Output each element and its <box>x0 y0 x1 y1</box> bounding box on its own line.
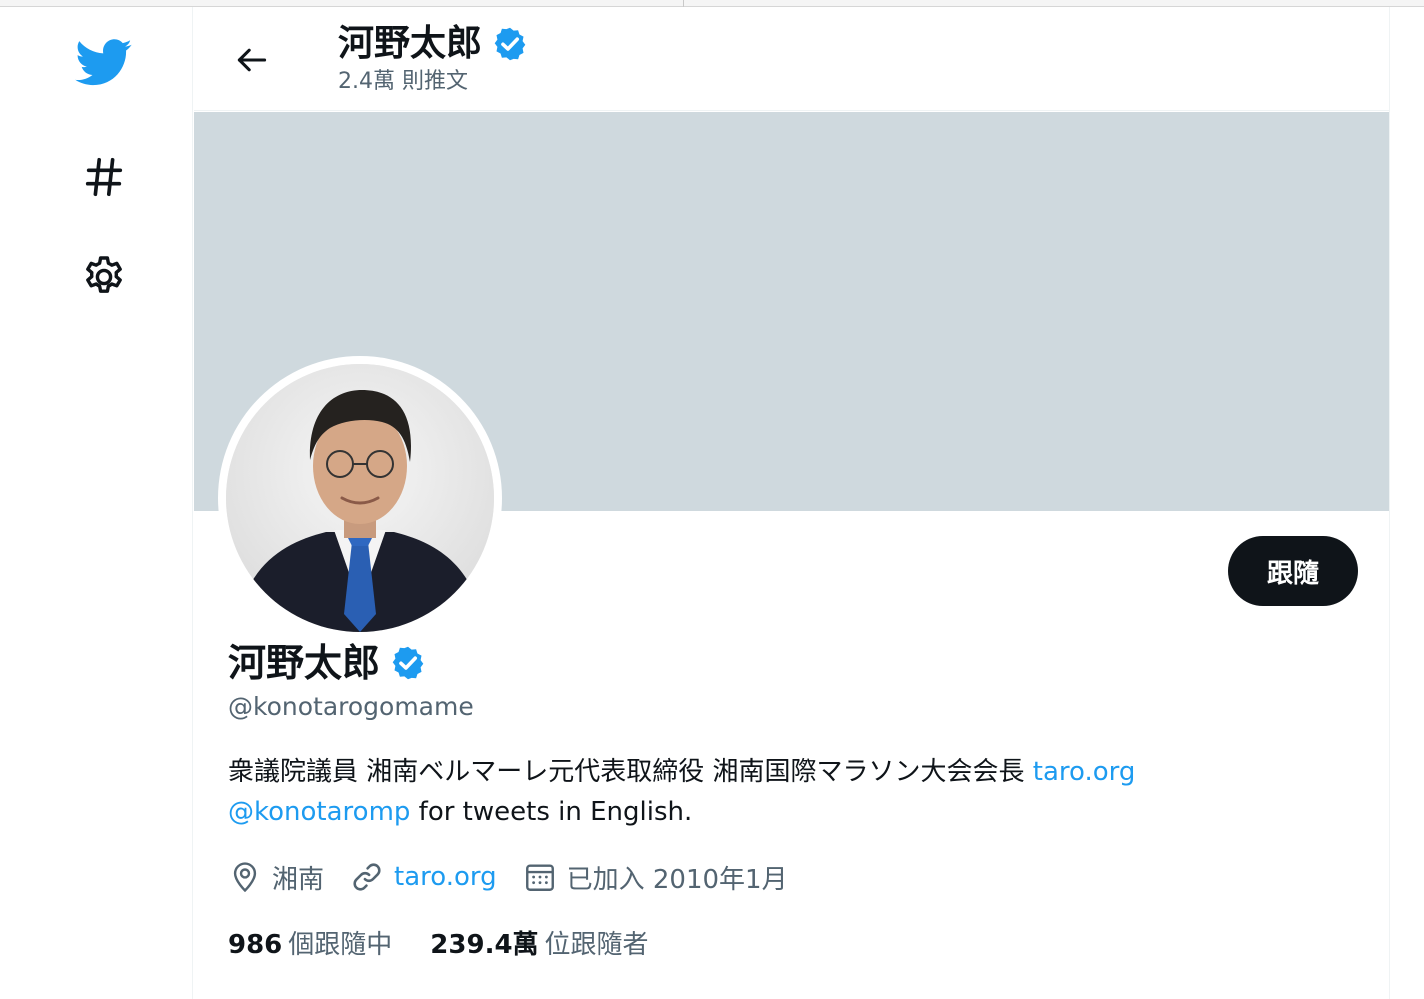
profile-bio: 衆議院議員 湘南ベルマーレ元代表取締役 湘南国際マラソン大会会長 taro.or… <box>228 752 1348 832</box>
meta-joined: 已加入 2010年1月 <box>523 859 788 896</box>
header-name-row: 河野太郎 <box>338 19 528 69</box>
twitter-bird-icon[interactable] <box>72 35 136 91</box>
profile-meta: 湘南 taro.org 已加入 2010年1月 <box>228 855 814 899</box>
location-pin-icon <box>228 860 262 894</box>
avatar-photo <box>226 364 494 632</box>
followers-count: 239.4萬 <box>430 929 539 960</box>
profile-header-bar: 河野太郎 2.4萬 則推文 <box>194 7 1389 111</box>
profile-stats: 986 個跟隨中 239.4萬 位跟隨者 <box>228 922 687 962</box>
website-link[interactable]: taro.org <box>394 862 497 892</box>
tweet-count: 2.4萬 則推文 <box>338 69 468 94</box>
link-icon <box>350 860 384 894</box>
gear-icon[interactable] <box>78 251 130 303</box>
column-border <box>1389 7 1390 999</box>
bio-text: 衆議院議員 湘南ベルマーレ元代表取締役 湘南国際マラソン大会会長 <box>228 757 1033 787</box>
profile-handle: @konotarogomame <box>228 692 474 721</box>
window-divider <box>683 0 684 7</box>
followers-label: 位跟隨者 <box>544 929 649 960</box>
profile-name: 河野太郎 <box>228 641 381 685</box>
verified-badge-icon <box>390 645 426 681</box>
following-stat[interactable]: 986 個跟隨中 <box>228 924 392 961</box>
avatar[interactable] <box>218 356 502 640</box>
left-navigation <box>0 7 193 999</box>
location-text: 湘南 <box>272 864 325 895</box>
follow-button[interactable]: 跟隨 <box>1228 536 1358 606</box>
profile-name-row: 河野太郎 <box>228 638 426 688</box>
bio-website-link[interactable]: taro.org <box>1033 757 1136 787</box>
meta-location: 湘南 <box>228 859 324 896</box>
calendar-icon <box>523 860 557 894</box>
hashtag-icon[interactable] <box>78 151 130 203</box>
window-top-strip <box>0 0 1424 7</box>
arrow-left-icon <box>237 48 267 72</box>
back-button[interactable] <box>230 43 274 77</box>
following-label: 個跟隨中 <box>288 929 393 960</box>
following-count: 986 <box>228 929 283 960</box>
followers-stat[interactable]: 239.4萬 位跟隨者 <box>430 924 648 961</box>
header-name: 河野太郎 <box>338 23 483 64</box>
joined-text: 已加入 2010年1月 <box>566 864 788 895</box>
verified-badge-icon <box>492 26 528 62</box>
bio-mention-link[interactable]: @konotaromp <box>228 797 410 827</box>
bio-text-english: for tweets in English. <box>410 797 693 827</box>
meta-website: taro.org <box>350 860 497 894</box>
